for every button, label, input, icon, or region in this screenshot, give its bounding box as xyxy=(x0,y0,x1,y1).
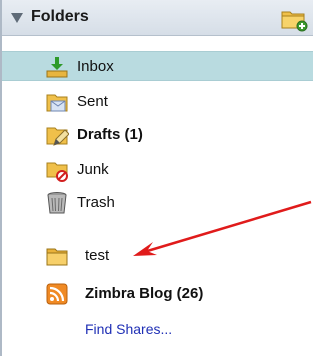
folder-label: Drafts (1) xyxy=(77,126,143,143)
folder-item-trash[interactable]: Trash xyxy=(2,188,313,218)
folder-label: test xyxy=(85,247,110,264)
rss-feed-icon xyxy=(46,283,68,305)
folder-label: Junk xyxy=(77,161,109,178)
drafts-icon xyxy=(46,127,69,146)
find-shares-row: Find Shares... xyxy=(2,315,313,345)
folder-label: Trash xyxy=(77,194,115,211)
folder-item-sent[interactable]: Sent xyxy=(2,87,313,117)
find-shares-link[interactable]: Find Shares... xyxy=(85,321,172,337)
sent-icon xyxy=(46,94,68,112)
inbox-icon xyxy=(46,57,68,78)
new-folder-icon[interactable] xyxy=(280,6,308,32)
folder-icon xyxy=(46,248,68,266)
folder-label: Inbox xyxy=(77,58,114,75)
folders-title: Folders xyxy=(31,8,89,25)
folder-label: Zimbra Blog (26) xyxy=(85,285,204,302)
trash-icon xyxy=(47,192,67,214)
junk-icon xyxy=(46,162,68,182)
folder-item-inbox[interactable]: Inbox xyxy=(2,51,313,81)
folder-item-test[interactable]: test xyxy=(2,241,313,271)
folder-item-junk[interactable]: Junk xyxy=(2,155,313,185)
collapse-triangle-icon[interactable] xyxy=(11,13,23,23)
folder-item-drafts[interactable]: Drafts (1) xyxy=(2,120,313,150)
folder-tree-panel: Folders Inbox Sent Drafts (1) Junk Trash… xyxy=(0,0,313,356)
folders-header: Folders xyxy=(2,0,313,36)
folder-item-zimbra-blog[interactable]: Zimbra Blog (26) xyxy=(2,279,313,309)
folder-label: Sent xyxy=(77,93,108,110)
